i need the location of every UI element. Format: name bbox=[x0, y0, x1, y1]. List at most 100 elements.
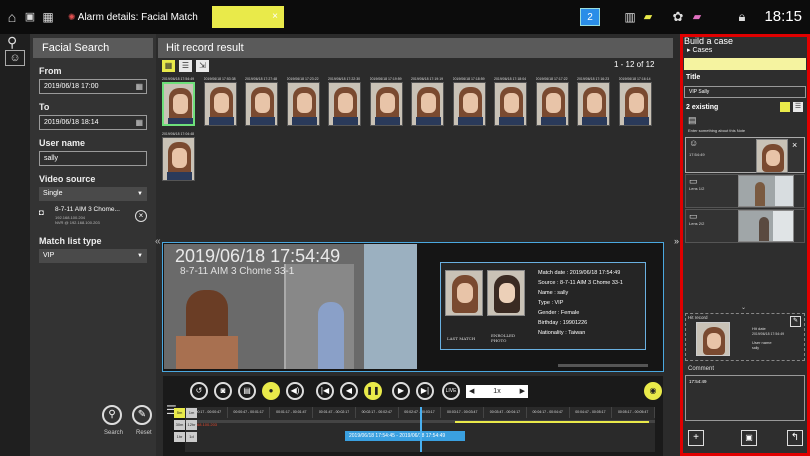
zoom-level-button[interactable]: 12hr bbox=[186, 420, 197, 430]
hit-thumbnail[interactable]: 2019/06/18 17:54:49 bbox=[162, 76, 195, 128]
camera-item: ◘ 8-7-11 AIM 3 Chome... 192.168.100.204 … bbox=[39, 206, 156, 230]
hit-thumbnail[interactable]: 2019/06/18 17:19:19 bbox=[411, 76, 444, 128]
step-back-icon[interactable]: ◀ bbox=[340, 382, 358, 400]
hit-thumbnail[interactable]: 2019/06/18 17:17:22 bbox=[535, 76, 569, 128]
monitor-icon[interactable]: ▣ bbox=[22, 8, 38, 26]
calendar-icon[interactable]: ▦ bbox=[135, 116, 143, 129]
hit-thumbnail[interactable]: 2019/06/18 17:16:23 bbox=[577, 76, 610, 128]
faster-icon[interactable]: ▶ bbox=[520, 385, 528, 398]
timeline[interactable]: 00:00:17 - 00:00:47 00:00:47 - 00:01:17 00… bbox=[185, 407, 655, 452]
hit-thumbnail[interactable]: 2019/06/18 17:27:48 bbox=[245, 76, 278, 128]
reset-button[interactable]: ✎ bbox=[132, 405, 152, 425]
list-view-button[interactable]: ☰ bbox=[179, 60, 192, 72]
save-icon[interactable]: ▣ bbox=[741, 430, 757, 446]
thumbnail-face bbox=[203, 82, 237, 126]
thumbnail-face bbox=[369, 82, 403, 126]
live-button[interactable]: LIVE bbox=[442, 382, 460, 400]
video-person-body bbox=[176, 336, 238, 369]
previous-icon[interactable]: |◀ bbox=[316, 382, 334, 400]
timeline-segment: 00:01:17 - 00:01:47 bbox=[270, 407, 314, 418]
hit-thumbnail[interactable]: 2019/06/18 17:18:59 bbox=[452, 76, 486, 128]
notification-badge[interactable]: 2 bbox=[580, 8, 600, 26]
people-icon[interactable]: ✿ bbox=[668, 8, 688, 26]
face-shape bbox=[504, 93, 519, 113]
search-button[interactable]: ⚲ bbox=[102, 405, 122, 425]
body-shape bbox=[374, 117, 400, 125]
timeline-cursor[interactable] bbox=[420, 407, 422, 452]
tab-alarm-details[interactable]: ✺ Alarm details: Facial Match × bbox=[62, 6, 212, 45]
hit-thumbnail[interactable]: 2019/06/18 17:23:22 bbox=[286, 76, 320, 128]
edit-record-icon[interactable]: ✎ bbox=[790, 316, 801, 327]
hit-thumbnail[interactable]: 2019/06/18 17:18:04 bbox=[494, 76, 527, 128]
zoom-level-button[interactable]: 30m bbox=[174, 420, 185, 430]
expand-right-icon[interactable]: » bbox=[674, 236, 679, 246]
thumbnail-face bbox=[162, 137, 195, 181]
timeline-yellow-range bbox=[455, 421, 649, 423]
play-icon[interactable]: ▶ bbox=[392, 382, 410, 400]
volume-icon[interactable]: ◀) bbox=[286, 382, 304, 400]
remove-item-icon[interactable]: × bbox=[792, 140, 797, 150]
search-icon[interactable]: ⚲ bbox=[7, 34, 17, 51]
collapse-down-icon[interactable]: ⌄ bbox=[741, 304, 746, 311]
tag-icon[interactable]: ▰ bbox=[641, 8, 655, 26]
match-list-type-select[interactable]: VIP ▼ bbox=[39, 249, 147, 263]
rewind-all-icon[interactable]: ↺ bbox=[190, 382, 208, 400]
speed-control[interactable]: ◀ 1x ▶ bbox=[466, 385, 528, 398]
server-icon[interactable]: ▥ bbox=[620, 8, 640, 26]
back-icon[interactable]: ↰ bbox=[787, 430, 803, 446]
item2-label: Lens 1/2 bbox=[689, 186, 705, 191]
chevron-down-icon: ▼ bbox=[137, 253, 143, 259]
zoom-level-button[interactable]: 5m bbox=[174, 408, 185, 418]
zoom-level-button[interactable]: 1m bbox=[186, 408, 197, 418]
hit-thumbnail[interactable]: 2019/06/18 17:19:59 bbox=[369, 76, 403, 128]
list-view-icon[interactable]: ☰ bbox=[793, 102, 803, 112]
comment-field[interactable]: 17:54:49 bbox=[685, 375, 805, 421]
hit-thumbnail[interactable]: 2019/06/18 17:53:38 bbox=[203, 76, 237, 128]
speed-value: 1x bbox=[493, 388, 501, 395]
to-date-field[interactable]: 2019/06/18 18:14 ▦ bbox=[39, 115, 147, 130]
hit-date-value: 2019/06/18 17:54:49 bbox=[752, 332, 785, 336]
snapshot-icon[interactable]: ◙ bbox=[214, 382, 232, 400]
collapse-left-icon[interactable]: « bbox=[155, 236, 161, 247]
door-shape bbox=[775, 176, 793, 206]
zoom-level-button[interactable]: 1d bbox=[186, 432, 197, 442]
calendar-icon[interactable]: ▦ bbox=[135, 80, 143, 93]
hit-thumbnail[interactable]: 2019/06/18 17:22:30 bbox=[328, 76, 361, 128]
lock-icon[interactable]: 🔒︎ bbox=[735, 8, 749, 26]
from-date-field[interactable]: 2019/06/18 17:00 ▦ bbox=[39, 79, 147, 94]
item2-thumbnail bbox=[738, 175, 794, 207]
match-nationality: Nationality : Taiwan bbox=[538, 330, 586, 336]
home-icon[interactable]: ⌂ bbox=[4, 8, 20, 26]
export-view-button[interactable]: ⇲ bbox=[196, 60, 209, 72]
user-name-field[interactable]: sally bbox=[39, 151, 147, 166]
add-icon[interactable]: + bbox=[688, 430, 704, 446]
grid-view-icon[interactable] bbox=[780, 102, 790, 112]
next-icon[interactable]: ▶| bbox=[416, 382, 434, 400]
face-search-icon[interactable]: ☺ bbox=[5, 50, 25, 66]
sync-icon[interactable]: ◉ bbox=[644, 382, 662, 400]
top-bar: ⌂ ▣ ▦ ✺ Alarm details: Facial Match × × … bbox=[0, 0, 810, 45]
grid-view-button[interactable]: ▦ bbox=[162, 60, 175, 72]
match-date: Match date : 2019/06/18 17:54:49 bbox=[538, 270, 621, 276]
tab-active-close-icon[interactable]: × bbox=[272, 6, 278, 28]
zoom-level-button[interactable]: 1hr bbox=[174, 432, 185, 442]
video-source-select[interactable]: Single ▼ bbox=[39, 187, 147, 201]
clock: 18:15 bbox=[764, 8, 802, 25]
case-title-field[interactable]: VIP Sally bbox=[684, 86, 806, 98]
hit-thumbnail[interactable]: 2019/06/18 17:16:14 bbox=[618, 76, 652, 128]
record-icon[interactable]: ● bbox=[262, 382, 280, 400]
tab-active-yellow[interactable]: × bbox=[212, 6, 284, 28]
grid-icon[interactable]: ▦ bbox=[40, 8, 56, 26]
timeline-segment: 00:00:47 - 00:01:17 bbox=[228, 407, 271, 418]
pink-tag-icon[interactable]: ▰ bbox=[690, 8, 704, 26]
hit-thumbnail[interactable]: 2019/06/18 17:04:48 bbox=[162, 131, 195, 183]
cases-row[interactable]: ▸ Cases bbox=[684, 46, 806, 56]
export-icon[interactable]: ▤ bbox=[238, 382, 256, 400]
camera-icon: ◘ bbox=[39, 208, 44, 217]
seek-bar[interactable] bbox=[558, 364, 648, 367]
remove-camera-icon[interactable]: × bbox=[135, 210, 147, 222]
slower-icon[interactable]: ◀ bbox=[466, 385, 474, 398]
door-shape bbox=[773, 211, 793, 241]
pause-icon[interactable]: ❚❚ bbox=[364, 382, 382, 400]
case-selection-bar[interactable] bbox=[684, 58, 806, 70]
